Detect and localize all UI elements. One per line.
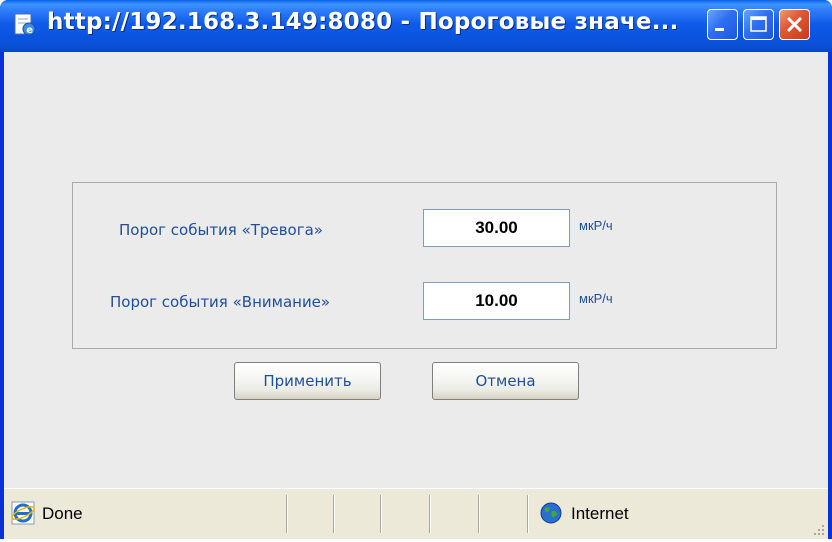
warning-threshold-unit: мкР/ч: [579, 291, 613, 306]
warning-threshold-input[interactable]: [423, 282, 570, 320]
status-text: Done: [42, 504, 83, 523]
threshold-settings-panel: Порог события «Тревога» мкР/ч Порог собы…: [72, 182, 777, 349]
title-bar[interactable]: e http://192.168.3.149:8080 - Пороговые …: [0, 0, 832, 52]
apply-button[interactable]: Применить: [234, 362, 381, 400]
alarm-threshold-unit: мкР/ч: [579, 218, 613, 233]
ie-page-icon: e: [12, 12, 38, 38]
status-bar: Done Internet: [4, 488, 828, 539]
status-divider: [333, 495, 335, 533]
close-button[interactable]: [779, 9, 810, 40]
alarm-threshold-input[interactable]: [423, 209, 570, 247]
svg-text:e: e: [26, 25, 33, 36]
status-divider: [478, 495, 480, 533]
globe-icon: [539, 501, 563, 525]
window-title: http://192.168.3.149:8080 - Пороговые зн…: [47, 9, 679, 35]
resize-grip-icon[interactable]: [810, 521, 826, 537]
page-content: Порог события «Тревога» мкР/ч Порог собы…: [4, 52, 828, 488]
minimize-button[interactable]: [707, 9, 738, 40]
status-divider: [429, 495, 431, 533]
security-zone-text: Internet: [571, 504, 629, 523]
status-divider: [286, 495, 288, 533]
alarm-threshold-label: Порог события «Тревога»: [119, 221, 323, 239]
maximize-button[interactable]: [743, 9, 774, 40]
cancel-button[interactable]: Отмена: [432, 362, 579, 400]
status-divider: [527, 495, 529, 533]
status-divider: [380, 495, 382, 533]
warning-threshold-label: Порог события «Внимание»: [110, 293, 331, 311]
browser-popup-window: e http://192.168.3.149:8080 - Пороговые …: [0, 0, 832, 539]
ie-logo-icon: [10, 500, 36, 526]
